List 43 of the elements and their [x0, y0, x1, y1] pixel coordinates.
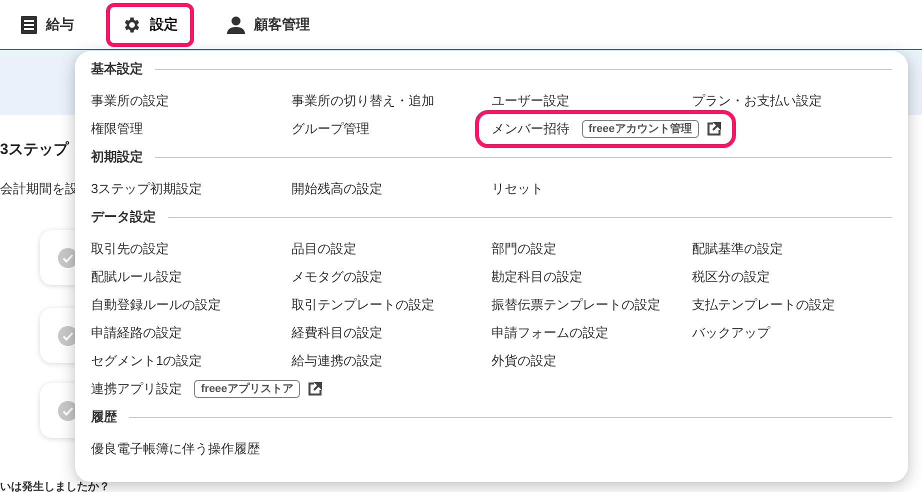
menu-item[interactable]: 申請フォームの設定: [492, 319, 692, 347]
menu-item[interactable]: 自動登録ルールの設定: [91, 291, 292, 319]
badge: freeeアカウント管理: [582, 120, 699, 138]
question-text: いは発生しましたか？: [0, 482, 110, 492]
menu-item[interactable]: 開始残高の設定: [291, 175, 492, 203]
section-title: データ設定: [91, 208, 156, 226]
section-title: 履歴: [91, 408, 117, 426]
menu-item[interactable]: 外貨の設定: [492, 347, 692, 375]
menu-item[interactable]: メモタグの設定: [291, 263, 492, 291]
menu-item[interactable]: プラン・お支払い設定: [692, 87, 892, 115]
menu-item[interactable]: 権限管理: [91, 115, 292, 143]
menu-item[interactable]: 申請経路の設定: [91, 319, 292, 347]
badge: freeeアプリストア: [194, 380, 300, 398]
menu-item[interactable]: 連携アプリ設定 freeeアプリストア: [79, 375, 332, 403]
menu-item[interactable]: 品目の設定: [291, 235, 492, 263]
list-icon: [20, 14, 38, 34]
nav-tab[interactable]: 給与: [4, 2, 90, 46]
menu-item[interactable]: 給与連携の設定: [291, 347, 492, 375]
menu-item[interactable]: 配賦基準の設定: [692, 235, 892, 263]
settings-icon: [122, 14, 142, 34]
nav-tab[interactable]: 顧客管理: [210, 2, 326, 46]
menu-item[interactable]: バックアップ: [692, 319, 892, 347]
menu-item[interactable]: 部門の設定: [492, 235, 692, 263]
section-heading: 3ステップ: [0, 140, 68, 160]
menu-item[interactable]: 振替伝票テンプレートの設定: [492, 291, 692, 319]
section-title: 基本設定: [91, 60, 143, 78]
section-title: 初期設定: [91, 148, 143, 166]
person-icon: [226, 14, 246, 34]
menu-item[interactable]: 優良電子帳簿に伴う操作履歴: [91, 435, 292, 463]
menu-item[interactable]: 取引先の設定: [91, 235, 292, 263]
nav-tab[interactable]: 設定: [106, 2, 194, 46]
menu-item[interactable]: 支払テンプレートの設定: [692, 291, 892, 319]
menu-item[interactable]: 事業所の設定: [91, 87, 292, 115]
menu-item[interactable]: 経費科目の設定: [291, 319, 492, 347]
menu-item[interactable]: ユーザー設定: [492, 87, 692, 115]
menu-item[interactable]: 税区分の設定: [692, 263, 892, 291]
menu-item[interactable]: 勘定科目の設定: [492, 263, 692, 291]
menu-item[interactable]: 取引テンプレートの設定: [291, 291, 492, 319]
menu-item[interactable]: セグメント1の設定: [91, 347, 292, 375]
menu-item[interactable]: 3ステップ初期設定: [91, 175, 292, 203]
menu-item[interactable]: 配賦ルール設定: [91, 263, 292, 291]
menu-item[interactable]: 事業所の切り替え・追加: [291, 87, 492, 115]
menu-item[interactable]: リセット: [492, 175, 692, 203]
